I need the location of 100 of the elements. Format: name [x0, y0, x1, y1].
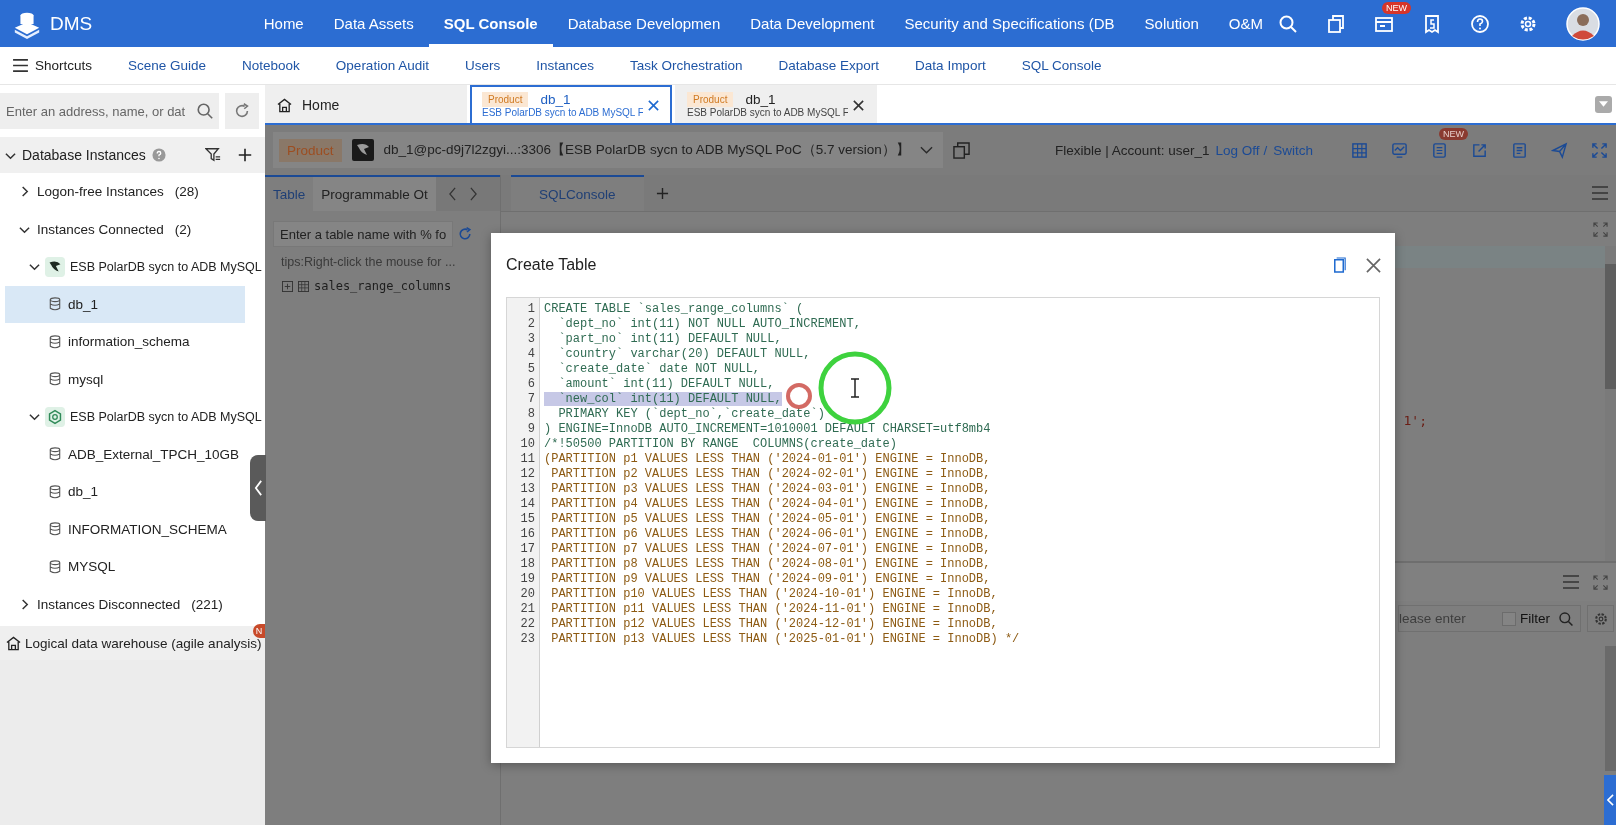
tree-item[interactable]: INFORMATION_SCHEMA [5, 510, 245, 548]
line-number: 8 [526, 407, 536, 422]
tree-item[interactable]: mysql [5, 360, 245, 398]
search-icon[interactable] [196, 102, 215, 120]
gear-icon[interactable] [1592, 610, 1609, 627]
connection-selector[interactable]: Product db_1@pc-d9j7l2zgyi...:3306【ESB PolarDB sycn to ADB MySQL PoC（5.7 version）】 [273, 132, 943, 168]
tree-item[interactable]: Logon-free Instances (28) [5, 173, 205, 211]
code-line: `part_no` int(11) DEFAULT NULL, [557, 332, 782, 346]
shortcut-link[interactable]: Operation Audit [335, 58, 429, 73]
help-icon[interactable] [151, 148, 166, 162]
chevron-icon[interactable] [29, 411, 40, 423]
menu-icon[interactable] [13, 59, 28, 72]
shortcuts-label[interactable]: Shortcuts [35, 58, 93, 73]
settings-button[interactable] [1587, 605, 1614, 632]
side-tab-button[interactable] [1604, 775, 1616, 825]
add-icon[interactable] [237, 147, 253, 163]
code-line: `country` varchar(20) DEFAULT NULL, [557, 347, 811, 361]
shortcut-link[interactable]: Notebook [242, 58, 300, 73]
expand-icon[interactable] [1593, 574, 1608, 590]
chevron-icon[interactable] [19, 598, 30, 610]
panel-tab[interactable]: Programmable Ot [313, 177, 436, 211]
nav-item[interactable]: Data Assets [318, 0, 429, 47]
chevron-icon[interactable] [19, 186, 30, 198]
nav-item[interactable]: SQL Console [428, 0, 553, 47]
close-icon[interactable] [1366, 257, 1381, 273]
code-line: PARTITION p11 VALUES LESS THAN ('2024-11-01') ENGINE = InnoDB, [550, 602, 998, 616]
tree-item[interactable]: information_schema [5, 323, 245, 361]
environment-tag: Product [279, 138, 342, 162]
add-icon[interactable] [655, 186, 669, 200]
tree-item[interactable]: Instances Connected (2) [5, 210, 198, 248]
shortcut-link[interactable]: Data Import [915, 58, 986, 73]
dropdown-button[interactable] [1595, 95, 1612, 113]
search-field[interactable]: Enter an address, name, or dat [0, 93, 192, 129]
search-field[interactable]: lease enter [1399, 611, 1498, 626]
tree-item[interactable]: db_1 [5, 285, 245, 323]
line-number: 13 [519, 482, 536, 497]
page-tab[interactable]: Product db_1 ESB PolarDB sycn to ADB MySQL F [675, 85, 877, 123]
shortcut-link[interactable]: SQL Console [1021, 58, 1102, 73]
chevron-icon[interactable] [29, 261, 40, 273]
receipt-icon[interactable] [1422, 13, 1442, 34]
tree-item[interactable]: Instances Disconnected (221) [5, 585, 229, 623]
chevron-right-icon[interactable] [468, 187, 478, 201]
nav-item[interactable]: Solution [1129, 0, 1214, 47]
nav-item[interactable]: O&M [1213, 0, 1278, 47]
line-number: 6 [526, 377, 536, 392]
tree-item[interactable]: MYSQL [5, 548, 245, 586]
nav-item[interactable]: Security and Specifications (DB [889, 0, 1130, 47]
tab-label: db_1 [745, 92, 776, 107]
copy-icon[interactable] [1331, 256, 1348, 274]
table-search-field[interactable]: Enter a table name with % fo [273, 221, 453, 247]
search-icon[interactable] [1278, 13, 1298, 34]
scrollbar[interactable] [1605, 246, 1616, 561]
help-icon[interactable] [1470, 13, 1490, 34]
chevron-left-icon[interactable] [447, 187, 457, 201]
line-number: 9 [526, 422, 536, 437]
close-icon[interactable] [647, 98, 660, 112]
nav-item[interactable]: Database Developmen [552, 0, 736, 47]
nav-item[interactable]: Data Development [735, 0, 890, 47]
copy-icon[interactable] [952, 141, 970, 159]
table-item[interactable]: sales_range_columns [278, 273, 456, 299]
filter-checkbox[interactable] [1502, 611, 1516, 626]
close-icon[interactable] [852, 98, 865, 112]
database-icon [49, 334, 61, 349]
page-tab[interactable]: Product db_1 ESB PolarDB sycn to ADB MySQL F [470, 85, 672, 123]
line-number: 15 [519, 512, 536, 527]
page-tab[interactable]: Home [265, 85, 467, 123]
code-line: PARTITION p13 VALUES LESS THAN ('2025-01-01') ENGINE = InnoDB) */ [550, 632, 1020, 646]
tree-item[interactable]: ESB PolarDB sycn to ADB MySQL [5, 398, 265, 436]
tree-item[interactable]: ADB_External_TPCH_10GB [5, 435, 245, 473]
table-icon [298, 280, 309, 292]
line-number: 14 [519, 497, 536, 512]
code-line: /*!50500 PARTITION BY RANGE COLUMNS(create_date) [544, 437, 897, 451]
refresh-button[interactable] [225, 93, 259, 129]
filter-icon[interactable] [205, 147, 221, 163]
nav-item[interactable]: Home [248, 0, 319, 47]
database-icon [49, 484, 61, 499]
tree-item[interactable]: db_1 [5, 473, 245, 511]
line-number: 19 [519, 572, 536, 587]
shortcut-link[interactable]: Users [464, 58, 501, 73]
refresh-icon[interactable] [457, 226, 473, 242]
tree-item[interactable]: ESB PolarDB sycn to ADB MySQL [5, 248, 265, 286]
line-number: 12 [519, 467, 536, 482]
collapse-handle[interactable] [250, 455, 266, 521]
expand-icon[interactable] [282, 280, 293, 292]
documents-icon[interactable] [1326, 13, 1346, 34]
shortcut-link[interactable]: Scene Guide [128, 58, 207, 73]
expand-icon[interactable] [1593, 221, 1608, 237]
avatar[interactable] [1566, 6, 1600, 41]
shortcut-link[interactable]: Task Orchestration [630, 58, 743, 73]
code-editor[interactable] [506, 297, 1380, 748]
environment-tag: Product [687, 92, 734, 107]
search-bar[interactable]: lease enter Filter [1398, 605, 1581, 632]
shortcut-link[interactable]: Database Export [778, 58, 880, 73]
line-number: 23 [519, 632, 536, 647]
search-icon[interactable] [1558, 610, 1574, 627]
code-line: `create_date` date NOT NULL, [557, 362, 761, 376]
warehouse-link[interactable]: Logical data warehouse (agile analysis) [25, 635, 262, 651]
code-line: `amount` int(11) DEFAULT NULL, [557, 377, 775, 391]
search-button[interactable] [191, 93, 220, 129]
shortcut-link[interactable]: Instances [536, 58, 594, 73]
